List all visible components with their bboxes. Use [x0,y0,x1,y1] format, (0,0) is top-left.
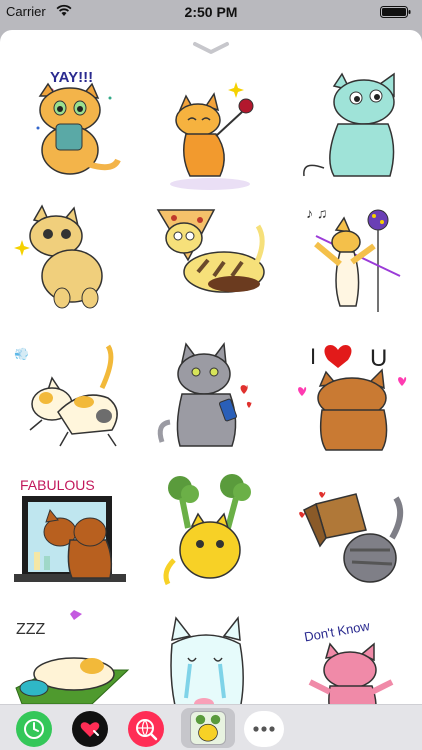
sticker-sleeping-cat[interactable]: ZZZ [12,608,132,704]
recents-app-button[interactable] [16,711,52,747]
sticker-i-love-you-caption-top: I [310,344,316,369]
sticker-crying-ghost-cat[interactable] [152,608,272,704]
clock-icon [16,711,52,747]
svg-text:💨: 💨 [14,347,29,361]
sticker-fabulous-caption: FABULOUS [20,477,95,493]
status-bar: Carrier 2:50 PM [0,0,422,24]
sticker-yay-caption: YAY!!! [50,69,93,86]
svg-text:♪ ♫: ♪ ♫ [306,205,327,221]
sticker-i-love-you[interactable]: I U [296,338,416,456]
sticker-rose-dance[interactable] [150,76,270,194]
web-images-app-button[interactable] [128,711,164,747]
sticker-broccoli-cat[interactable] [152,474,272,592]
sticker-dont-know[interactable]: Don't Know [296,608,416,704]
sticker-gray-cat-phone[interactable] [152,338,272,456]
ellipsis-icon [253,726,275,732]
battery-icon [380,6,411,18]
globe-search-icon [128,711,164,747]
sticker-yay[interactable]: YAY!!! [18,68,138,186]
sticker-i-love-you-caption-end: U [370,345,387,372]
cat-stickers-app-button[interactable] [181,708,235,748]
collapse-chevron-icon[interactable] [191,40,231,56]
clock: 2:50 PM [184,4,238,20]
sticker-dont-know-caption: Don't Know [303,618,371,644]
sticker-shy-blue-cat[interactable] [294,68,414,186]
sticker-lollipop-music[interactable]: ♪ ♫ [296,202,416,320]
heart-touch-icon [72,711,108,747]
sticker-box-cat[interactable] [296,474,416,592]
digital-touch-app-button[interactable] [72,711,108,747]
more-apps-button[interactable] [244,711,284,747]
sticker-pizza-cat[interactable] [154,202,274,320]
sticker-happy-tabby[interactable] [12,202,132,320]
sticker-sleeping-cat-caption: ZZZ [16,621,46,638]
sticker-stretching-calico[interactable]: 💨 [12,338,132,456]
app-drawer [0,704,422,750]
sticker-grid: YAY!!! ♪ ♫ 💨 I U FABULOUS ZZZ Don't Know [0,66,422,704]
sticker-fabulous[interactable]: FABULOUS [14,474,134,592]
sticker-sheet: YAY!!! ♪ ♫ 💨 I U FABULOUS ZZZ Don't Know [0,30,422,704]
cat-stickers-app-icon [190,711,226,745]
